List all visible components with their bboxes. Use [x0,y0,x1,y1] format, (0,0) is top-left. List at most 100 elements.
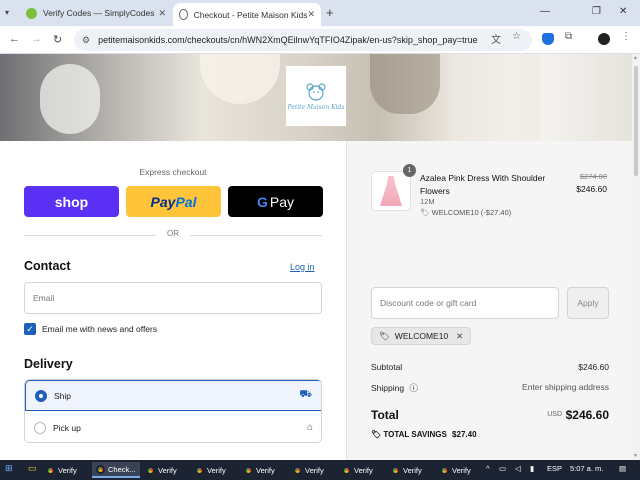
remove-discount-icon[interactable]: ✕ [456,331,463,342]
tab-close-icon[interactable]: ✕ [307,9,315,20]
dress-image [380,176,402,206]
bookmark-star-icon[interactable]: ☆ [512,31,521,42]
taskbar-item-label: Verify [58,465,77,475]
taskbar-item[interactable]: Verify [42,462,81,478]
taskbar-item[interactable]: Verify [142,462,181,478]
pickup-radio[interactable] [34,421,46,434]
back-icon[interactable]: ← [9,33,20,45]
newsletter-checkbox[interactable]: ✓ [24,323,36,335]
discounted-price: $246.60 [576,184,607,194]
logo-text: Petite Maison Kids [287,103,345,111]
new-tab-icon[interactable]: + [326,5,334,20]
tab-verify-codes[interactable]: Verify Codes — SimplyCodes ✕ [20,3,172,23]
tab-title: Verify Codes — SimplyCodes [43,8,155,18]
taskbar-item[interactable]: Verify [240,462,279,478]
site-info-icon[interactable]: ⚙ [82,35,90,46]
chrome-icon [391,465,400,475]
paypal-logo-pay: Pay [150,193,176,210]
total-savings: 🏷 TOTAL SAVINGS $27.40 [371,430,477,439]
currency-code: USD [547,411,562,418]
scrollbar-thumb[interactable] [634,66,638,176]
window-close-icon[interactable]: ✕ [619,6,627,17]
delivery-options: Ship ⛟ Pick up ⌂ [24,379,322,443]
volume-icon[interactable]: ◁ [515,464,521,473]
tab-checkout[interactable]: Checkout - Petite Maison Kids ✕ [173,3,321,26]
email-field[interactable]: Email [24,282,322,314]
original-price: $274.00 [579,172,607,181]
taskbar-item-label: Verify [158,465,177,475]
product-discount-text: WELCOME10 (-$27.40) [431,208,512,217]
translate-icon[interactable]: 文 [491,31,501,46]
newsletter-label[interactable]: Email me with news and offers [42,324,157,334]
taskbar-item-label: Verify [403,465,422,475]
menu-kebab-icon[interactable]: ⋮ [621,31,631,42]
taskbar-item[interactable]: Verify [436,462,475,478]
chrome-icon [244,465,253,475]
hero-banner: Petite Maison Kids [0,54,632,141]
chrome-icon [293,465,302,475]
chrome-icon [195,465,204,475]
applied-code: WELCOME10 [394,331,449,341]
paypal-logo-pal: Pal [175,193,197,210]
reload-icon[interactable]: ↻ [53,33,62,46]
page-scrollbar[interactable]: ▲ ▼ [632,54,640,460]
restore-icon[interactable]: ❐ [592,6,601,17]
extensions-puzzle-icon[interactable]: ⧉ [565,31,572,42]
language-indicator[interactable]: ESP [547,464,562,473]
or-label: OR [167,229,179,238]
chrome-icon [146,465,155,475]
ship-radio[interactable] [35,389,47,402]
forward-icon[interactable]: → [31,33,42,45]
chrome-icon [96,464,105,474]
subtotal-label: Subtotal [371,362,403,372]
browser-toolbar: ← → ↻ ⚙ petitemaisonkids.com/checkouts/c… [0,26,640,54]
tab-search-icon[interactable]: ▾ [5,8,9,17]
paypal-button[interactable]: Pay Pal [126,186,221,217]
shield-extension-icon[interactable] [542,33,554,45]
taskbar-item[interactable]: Verify [191,462,230,478]
email-placeholder: Email [33,293,55,303]
taskbar-item-label: Verify [452,465,471,475]
checkout-form: Express checkout shop Pay Pal G Pay OR Con… [0,141,346,460]
discount-code-input[interactable]: Discount code or gift card [371,287,559,319]
globe-icon [179,9,188,20]
tab-title: Checkout - Petite Maison Kids [193,9,308,20]
start-windows-icon[interactable]: ⊞ [5,463,13,474]
minimize-icon[interactable]: — [540,6,550,17]
google-pay-button[interactable]: G Pay [228,186,323,217]
shipping-label: Shipping [371,383,405,393]
total-label: Total [371,408,399,422]
express-checkout-label: Express checkout [139,167,207,177]
delivery-option-pickup[interactable]: Pick up ⌂ [25,412,321,442]
taskbar-item[interactable]: Verify [338,462,377,478]
login-link[interactable]: Log in [290,262,315,272]
apply-button[interactable]: Apply [567,287,609,319]
tray-chevron-up-icon[interactable]: ^ [486,464,490,473]
shipping-value: Enter shipping address [522,382,609,392]
profile-avatar-icon[interactable] [598,33,610,45]
applied-discount-chip: 🏷 WELCOME10 ✕ [371,327,472,345]
taskbar-item[interactable]: Check... [92,462,140,478]
clock[interactable]: 5:07 a. m. [570,464,603,473]
order-summary: 1 Azalea Pink Dress With Shoulder Flower… [346,141,632,460]
taskbar-item[interactable]: Verify [289,462,328,478]
savings-label: TOTAL SAVINGS [383,430,447,439]
subtotal-value: $246.60 [578,362,609,372]
taskbar-item[interactable]: Verify [387,462,426,478]
taskbar-item-label: Verify [305,465,324,475]
store-icon: ⌂ [306,422,313,433]
shop-pay-button[interactable]: shop [24,186,119,217]
gpay-label: Pay [269,193,294,210]
file-explorer-icon[interactable]: ▭ [28,463,37,474]
tab-close-icon[interactable]: ✕ [158,8,166,19]
store-logo[interactable]: Petite Maison Kids [286,66,346,126]
tag-icon: 🏷 [371,430,382,439]
tag-icon: 🏷 [420,208,430,217]
delivery-option-ship[interactable]: Ship ⛟ [25,380,321,411]
network-icon[interactable]: ▭ [499,464,506,473]
notifications-icon[interactable]: ▤ [619,464,626,473]
battery-icon[interactable]: ▮ [530,464,534,473]
ship-label: Ship [54,390,72,401]
address-bar[interactable]: ⚙ petitemaisonkids.com/checkouts/cn/hWN2… [74,29,532,51]
shipping-help-icon[interactable]: ⓘ [409,383,418,393]
